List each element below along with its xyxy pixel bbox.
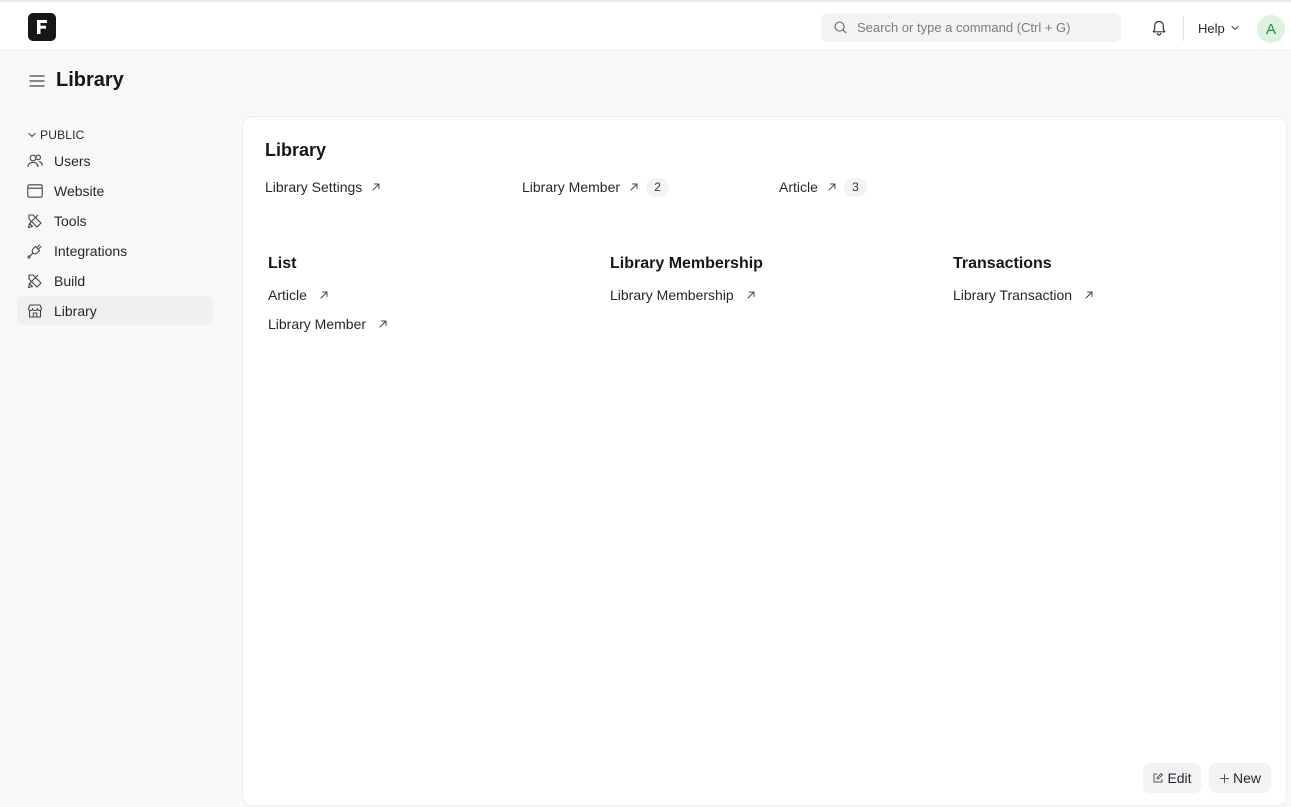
workspace-card: Library Library Settings Library Member … [242,116,1287,806]
card-group-library-membership: Library Membership Library Membership [610,255,910,306]
build-tools-icon [27,273,42,288]
shortcut-library-member[interactable]: Library Member 2 [522,177,670,197]
shortcut-label: Article [779,179,818,195]
new-button[interactable]: New [1209,763,1271,793]
sidebar-section-label: PUBLIC [40,128,85,142]
chevron-down-icon [28,132,36,138]
tools-icon [27,213,42,228]
link-label: Library Transaction [953,287,1073,303]
count-badge: 3 [843,177,867,197]
user-avatar[interactable]: A [1257,15,1285,43]
shortcut-library-settings[interactable]: Library Settings [265,177,381,197]
sidebar-item-label: Users [54,152,91,169]
sidebar-item-label: Integrations [54,242,128,259]
edit-icon [1153,773,1164,783]
store-icon [27,303,43,318]
arrow-up-right-icon [828,183,836,191]
sidebar-item-users[interactable]: Users [17,146,213,175]
card-group-list: List Article Library Member [268,255,568,335]
link-library-member[interactable]: Library Member [268,313,568,335]
sidebar-item-library[interactable]: Library [17,296,213,325]
arrow-up-right-icon [1085,291,1093,299]
shortcut-label: Library Settings [265,179,363,195]
users-icon [27,154,43,167]
edit-button[interactable]: Edit [1143,763,1201,793]
arrow-up-right-icon [320,291,328,299]
search-input[interactable] [857,13,1115,42]
sidebar-item-build[interactable]: Build [17,266,213,295]
sidebar-toggle-icon[interactable] [28,72,46,90]
sidebar-item-website[interactable]: Website [17,176,213,205]
app-logo-icon[interactable] [28,13,56,41]
plus-icon [1219,773,1229,783]
sidebar-item-tools[interactable]: Tools [17,206,213,235]
workspace-title: Library [265,140,327,160]
navbar: Help A [0,0,1291,51]
sidebar-item-label: Library [54,302,97,319]
arrow-up-right-icon [379,320,387,328]
arrow-up-right-icon [630,183,638,191]
sidebar-item-integrations[interactable]: Integrations [17,236,213,265]
link-label: Library Membership [610,287,734,303]
search-bar[interactable] [821,13,1121,42]
count-badge: 2 [646,177,670,197]
new-label: New [1232,770,1261,786]
link-label: Article [268,287,307,303]
page-header: Library [0,51,1291,111]
link-library-transaction[interactable]: Library Transaction [953,284,1253,306]
group-title: List [268,255,297,272]
shortcut-article[interactable]: Article 3 [779,177,867,197]
navbar-divider [1183,16,1184,41]
link-label: Library Member [268,316,367,332]
link-library-membership[interactable]: Library Membership [610,284,910,306]
search-icon [834,21,847,34]
link-article[interactable]: Article [268,284,568,306]
sidebar-item-label: Build [54,272,86,289]
chevron-down-icon [1231,25,1239,31]
arrow-up-right-icon [747,291,755,299]
help-dropdown[interactable]: Help [1198,18,1240,38]
sidebar-item-label: Tools [54,212,87,229]
notification-bell-icon[interactable] [1150,19,1168,37]
card-group-transactions: Transactions Library Transaction [953,255,1253,306]
help-label: Help [1198,20,1225,36]
plug-icon [27,243,42,259]
sidebar: PUBLIC Users Website Tools Integrations … [17,125,213,325]
group-title: Transactions [953,255,1052,272]
sidebar-section-public[interactable]: PUBLIC [27,125,213,145]
browser-window-icon [27,183,43,198]
sidebar-item-label: Website [54,182,105,199]
shortcut-label: Library Member [522,179,621,195]
group-title: Library Membership [610,255,763,272]
arrow-up-right-icon [372,183,380,191]
edit-label: Edit [1167,770,1192,786]
page-title: Library [56,69,124,91]
